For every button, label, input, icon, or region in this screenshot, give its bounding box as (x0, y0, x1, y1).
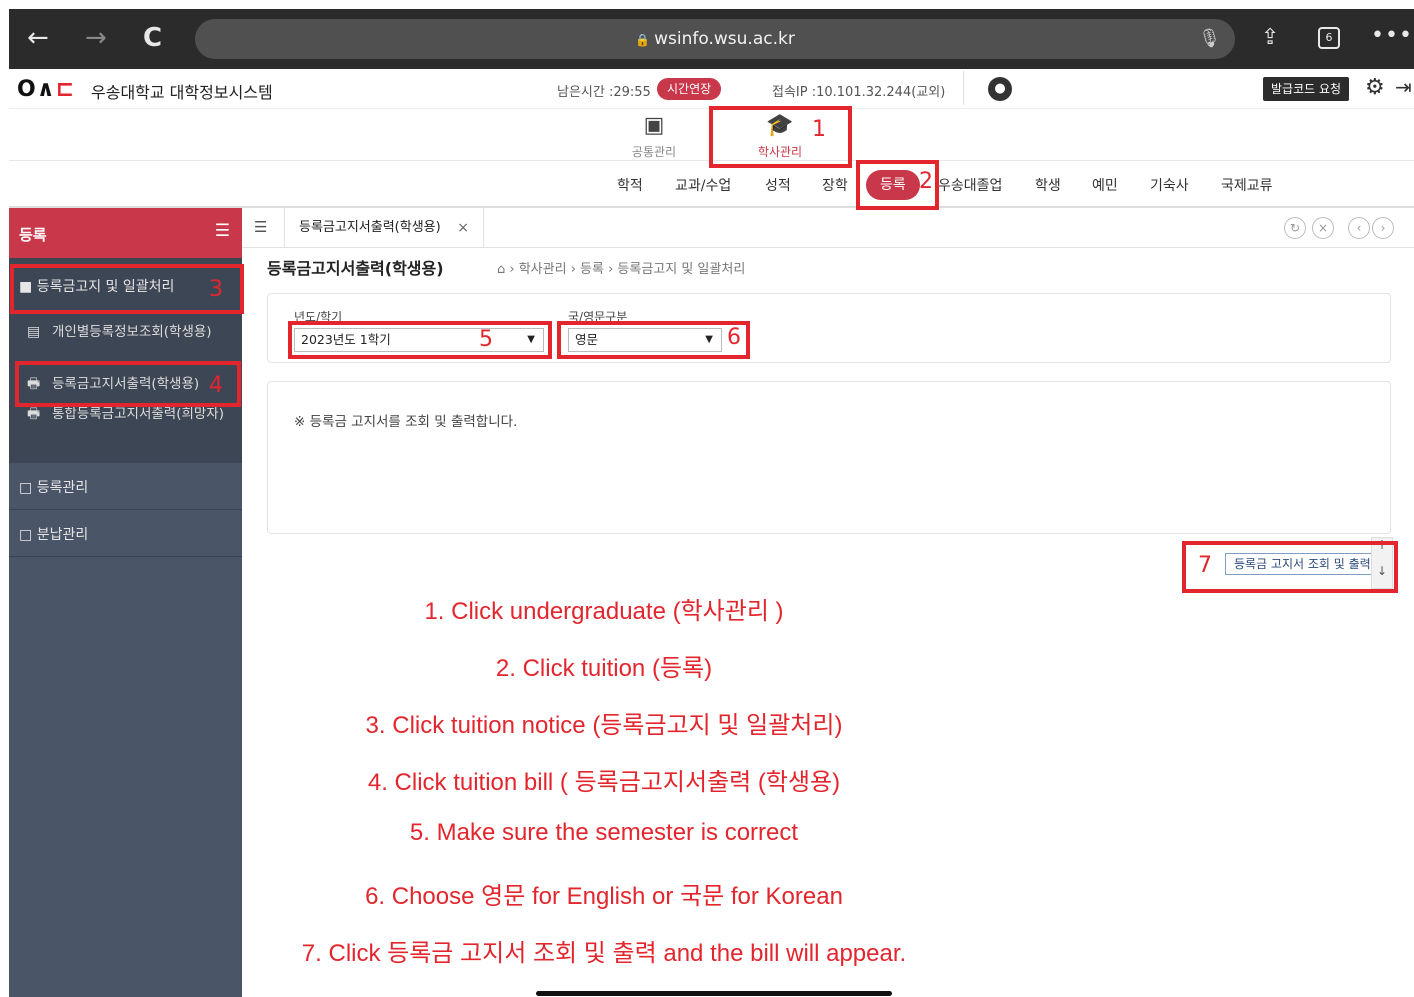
sidebar-item-installment-mgmt[interactable]: □ 분납관리 (9, 510, 242, 557)
instruction-2: 2. Click tuition (등록) (495, 655, 713, 682)
annotation-number-3: 3 (209, 277, 223, 302)
instruction-5: 5. Make sure the semester is correct (409, 819, 799, 846)
submenu-item[interactable]: 국제교류 (1221, 175, 1273, 195)
annotation-box-4 (15, 361, 241, 407)
home-indicator[interactable] (536, 991, 892, 996)
sidebar-subitem-label: 통합등록금고지서출력(희망자) (52, 406, 224, 422)
microphone-icon[interactable]: 🎙 (1198, 19, 1221, 59)
instruction-7: 7. Click 등록금 고지서 조회 및 출력 and the bill wi… (301, 940, 907, 967)
barcode-request-button[interactable]: 발급코드 요청 (1263, 77, 1350, 101)
refresh-icon[interactable]: ↻ (1284, 217, 1306, 239)
collapse-menu-icon[interactable]: ☰ (215, 221, 230, 241)
reload-icon[interactable]: C (143, 23, 162, 53)
sidebar-subitem-personal-info[interactable]: ▤ 개인별등록정보조회(학생용) (27, 322, 227, 342)
annotation-box-7 (1182, 541, 1398, 593)
more-icon[interactable]: ••• (1371, 23, 1413, 48)
divider (963, 71, 964, 105)
logo[interactable]: O∧⊏ (17, 77, 75, 102)
instruction-1: 1. Click undergraduate (학사관리 ) (424, 598, 784, 625)
annotation-number-5: 5 (479, 327, 493, 352)
annotation-box-5 (288, 321, 552, 359)
tab-count-icon[interactable]: 6 (1318, 27, 1340, 49)
info-box: ※ 등록금 고지서를 조회 및 출력합니다. (267, 381, 1391, 534)
url-text: wsinfo.wsu.ac.kr (654, 29, 795, 49)
annotation-number-7: 7 (1198, 553, 1212, 578)
folder-icon: □ (19, 480, 37, 496)
instruction-6: 6. Choose 영문 for English or 국문 for Korea… (365, 883, 843, 910)
sidebar-title: 등록 (19, 226, 47, 244)
submenu-item[interactable]: 우송대졸업 (938, 175, 1002, 195)
instruction-3: 3. Click tuition notice (등록금고지 및 일괄처리) (365, 712, 843, 739)
annotation-box-1 (709, 106, 852, 168)
instruction-4: 4. Click tuition bill ( 등록금고지서출력 (학생용) (367, 769, 841, 796)
lock-icon: 🔒 (635, 33, 651, 47)
annotation-number-6: 6 (727, 325, 741, 350)
grid-icon: ▣ (643, 113, 665, 138)
back-icon[interactable]: ← (27, 23, 49, 53)
printer-icon: 🖶 (27, 406, 41, 422)
logout-icon[interactable]: ⇥ (1395, 75, 1412, 99)
extend-time-button[interactable]: 시간연장 (657, 78, 722, 100)
info-text: ※ 등록금 고지서를 조회 및 출력합니다. (294, 414, 518, 430)
breadcrumb-text: › 학사관리 › 등록 › 등록금고지 및 일괄처리 (509, 262, 746, 277)
tab-bar: ☰ 등록금고지서출력(학생용) × ↻ × ‹ › (242, 208, 1414, 248)
next-tab-icon[interactable]: › (1372, 217, 1394, 239)
sidebar-subitem-integrated-bill[interactable]: 🖶 통합등록금고지서출력(희망자) (27, 404, 227, 424)
submenu-item[interactable]: 학적 (617, 175, 643, 195)
submenu-item[interactable]: 예민 (1092, 175, 1118, 195)
submenu-item[interactable]: 장학 (822, 175, 848, 195)
submenu-item[interactable]: 학생 (1035, 175, 1061, 195)
document-icon: ▤ (27, 324, 41, 340)
sidebar-item-label: 등록관리 (36, 480, 89, 496)
tab-label: 등록금고지서출력(학생용) (299, 220, 441, 235)
share-icon[interactable]: ⇪ (1261, 23, 1279, 53)
folder-icon: □ (19, 527, 37, 543)
remaining-time: 남은시간 :29:55 (557, 85, 651, 100)
annotation-number-1: 1 (812, 117, 826, 142)
close-all-icon[interactable]: × (1312, 217, 1334, 239)
system-name: 우송대학교 대학정보시스템 (91, 83, 273, 102)
page-title: 등록금고지서출력(학생용) (267, 259, 444, 278)
ip-info: 접속IP :10.101.32.244(교외) (772, 85, 946, 100)
sidebar-item-label: 분납관리 (36, 527, 89, 543)
tab-tuition-bill[interactable]: 등록금고지서출력(학생용) × (284, 208, 484, 248)
close-icon[interactable]: × (457, 208, 469, 248)
submenu-item[interactable]: 기숙사 (1150, 175, 1189, 195)
annotation-number-4: 4 (209, 373, 223, 398)
user-icon[interactable]: ● (988, 77, 1012, 101)
sidebar-item-registration-mgmt[interactable]: □ 등록관리 (9, 463, 242, 510)
submenu-item[interactable]: 교과/수업 (675, 175, 731, 195)
forward-icon[interactable]: → (85, 23, 107, 53)
prev-tab-icon[interactable]: ‹ (1348, 217, 1370, 239)
sidebar-subitem-label: 개인별등록정보조회(학생용) (52, 324, 212, 340)
breadcrumb: ⌂ › 학사관리 › 등록 › 등록금고지 및 일괄처리 (497, 258, 745, 277)
address-bar[interactable]: 🔒 wsinfo.wsu.ac.kr 🎙 (195, 19, 1235, 59)
site-header: O∧⊏ 우송대학교 대학정보시스템 남은시간 :29:55 시간연장 접속IP … (9, 69, 1414, 109)
annotation-number-2: 2 (919, 169, 933, 194)
browser-toolbar: ← → C 🔒 wsinfo.wsu.ac.kr 🎙 ⇪ 6 ••• (9, 9, 1414, 69)
gear-icon[interactable]: ⚙ (1365, 75, 1385, 100)
list-icon[interactable]: ☰ (254, 218, 267, 236)
top-menu-label: 공통관리 (631, 145, 677, 159)
top-menu-common[interactable]: ▣ 공통관리 (614, 113, 694, 160)
sidebar-header: 등록 ☰ (9, 208, 242, 258)
submenu-item[interactable]: 성적 (765, 175, 791, 195)
app-frame: ← → C 🔒 wsinfo.wsu.ac.kr 🎙 ⇪ 6 ••• O∧⊏ 우송… (9, 9, 1414, 997)
home-icon[interactable]: ⌂ (497, 262, 509, 277)
annotation-box-6 (557, 321, 750, 359)
sub-menu: 학적 교과/수업 성적 장학 등록 우송대졸업 학생 예민 기숙사 국제교류 (9, 162, 1414, 208)
